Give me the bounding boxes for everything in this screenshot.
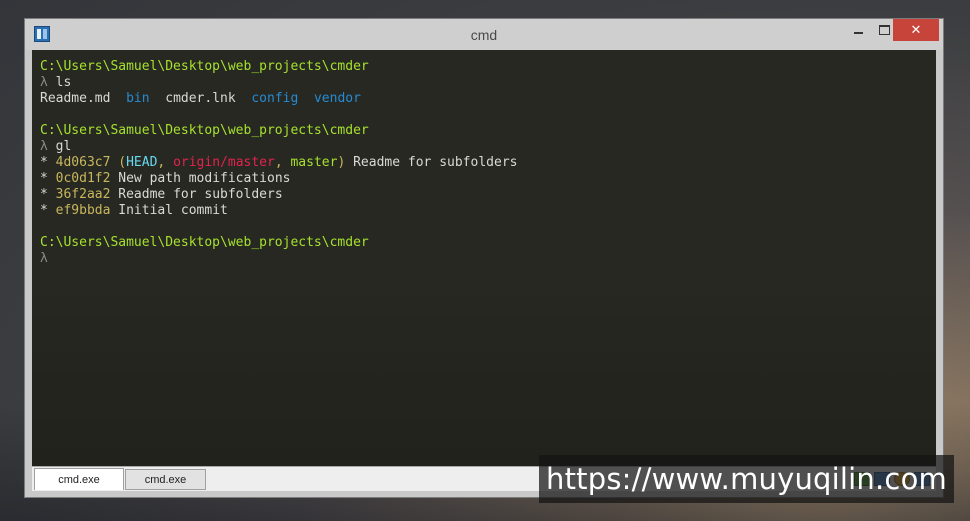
ref-master: master [290,155,338,170]
commit-hash: 36f2aa2 [55,187,111,202]
command-text: gl [55,139,72,154]
command-line: λ gl [40,139,936,155]
maximize-icon [878,25,890,35]
ref-origin-master: origin/master [173,155,275,170]
git-log-entry: * ef9bbda Initial commit [40,203,936,219]
commit-hash: 4d063c7 [55,155,111,170]
commit-message: Initial commit [118,203,228,218]
dir-vendor: vendor [313,91,361,106]
close-icon: ✕ [910,22,922,38]
ref-head: HEAD [126,155,158,170]
git-log-entry: * 0c0d1f2 New path modifications [40,171,936,187]
window-title: cmd [470,27,498,43]
cmder-window: cmd ✕ C:\Users\Samuel\Desktop\web_projec… [24,18,944,498]
commit-message: New path modifications [118,171,291,186]
ls-output: Readme.md bin cmder.lnk config vendor [40,91,936,107]
refs-open: ( [118,155,127,170]
close-button[interactable]: ✕ [893,19,939,41]
file-readme: Readme.md [40,91,111,106]
minimize-icon [853,32,863,34]
log-bullet: * [40,203,48,218]
refs-close: ) [337,155,346,170]
log-bullet: * [40,187,48,202]
git-log-entry: * 36f2aa2 Readme for subfolders [40,187,936,203]
prompt-path: C:\Users\Samuel\Desktop\web_projects\cmd… [40,123,369,138]
commit-hash: 0c0d1f2 [55,171,111,186]
tab-cmd-exe-2[interactable]: cmd.exe [125,469,206,490]
git-log-entry: * 4d063c7 (HEAD, origin/master, master) … [40,155,936,171]
file-cmder-lnk: cmder.lnk [165,91,236,106]
dir-bin: bin [126,91,150,106]
log-bullet: * [40,171,48,186]
command-line[interactable]: λ [40,251,936,267]
log-bullet: * [40,155,48,170]
ref-separator: , [157,155,174,170]
prompt-path: C:\Users\Samuel\Desktop\web_projects\cmd… [40,59,369,74]
command-text: ls [55,75,72,90]
commit-hash: ef9bbda [55,203,111,218]
minimize-button[interactable] [845,19,871,41]
watermark: https://www.muyuqilin.com [539,455,954,503]
dir-config: config [251,91,299,106]
terminal-output[interactable]: C:\Users\Samuel\Desktop\web_projects\cmd… [32,50,936,466]
lambda-prompt: λ [40,139,48,154]
command-line: λ ls [40,75,936,91]
commit-message: Readme for subfolders [353,155,518,170]
tab-cmd-exe-1[interactable]: cmd.exe [34,468,124,490]
title-bar[interactable]: cmd ✕ [25,19,943,50]
ref-separator: , [274,155,291,170]
commit-message: Readme for subfolders [118,187,283,202]
prompt-path: C:\Users\Samuel\Desktop\web_projects\cmd… [40,235,369,250]
lambda-prompt: λ [40,75,48,90]
lambda-prompt: λ [40,251,48,266]
